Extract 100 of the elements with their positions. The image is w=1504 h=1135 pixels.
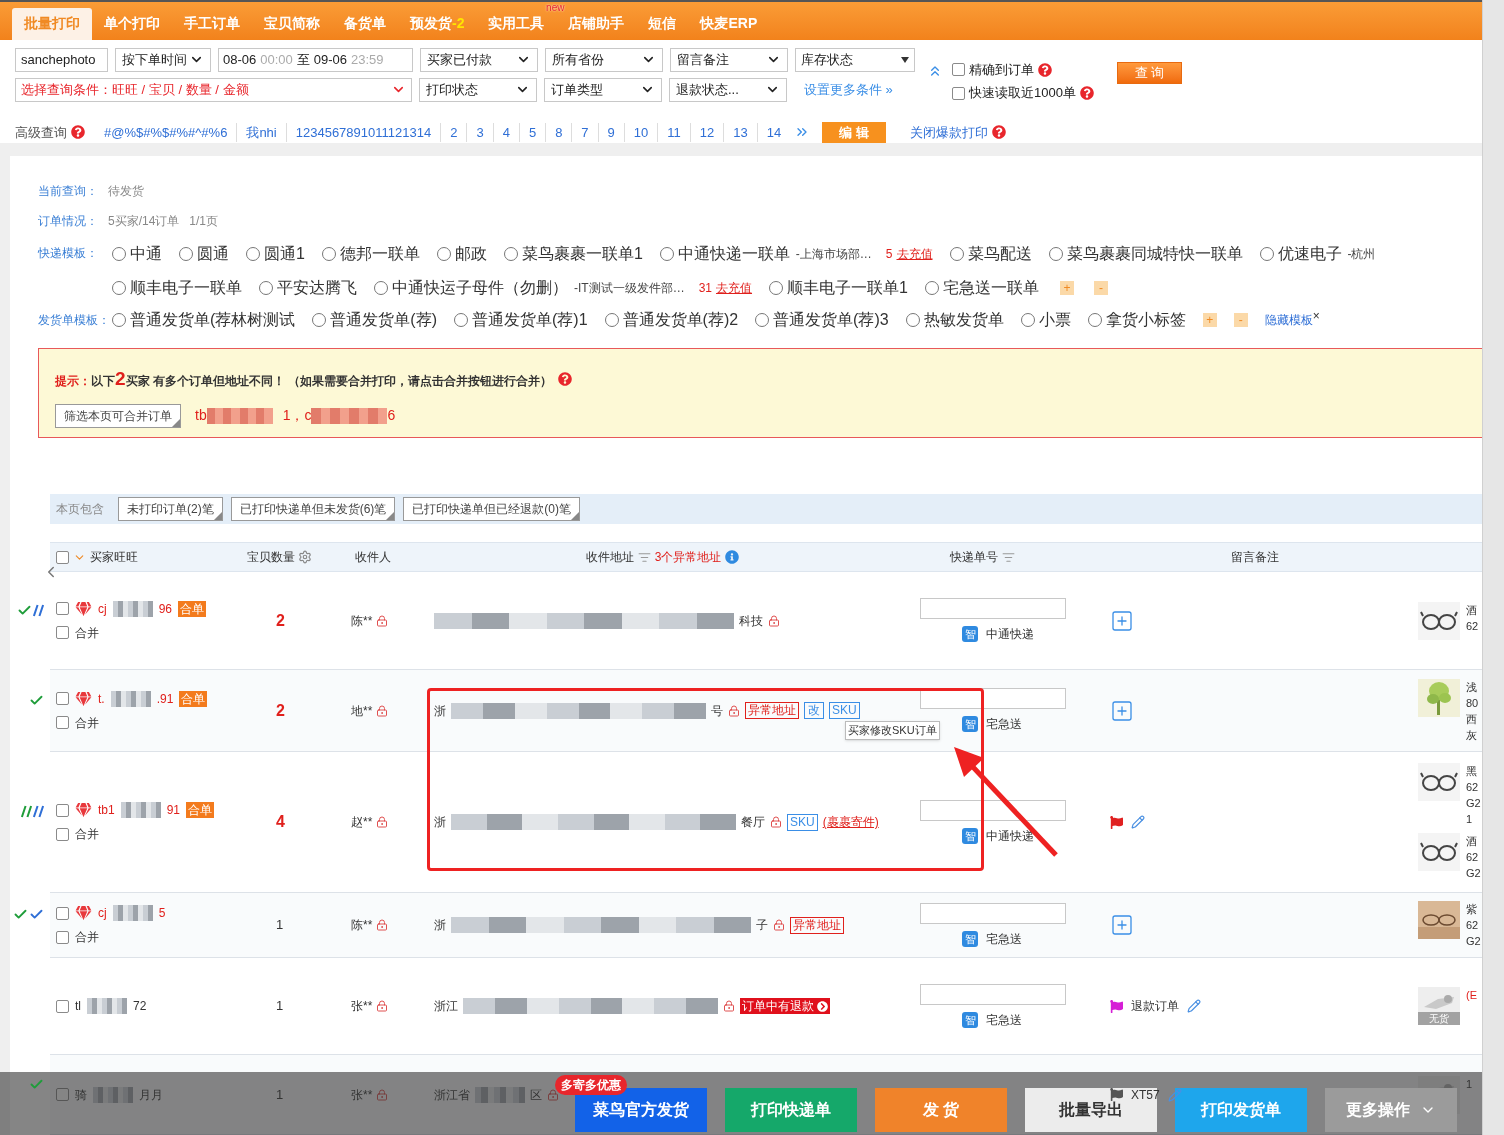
radio-button[interactable] (659, 247, 674, 261)
template-option[interactable]: 小票 (1038, 308, 1071, 332)
radio-button[interactable] (1087, 313, 1102, 327)
tracking-number-field[interactable] (920, 799, 1066, 821)
flag-icon[interactable] (1110, 999, 1123, 1013)
help-icon[interactable] (1079, 86, 1094, 101)
flag-icon[interactable] (1110, 815, 1123, 829)
radio-button[interactable] (112, 313, 126, 327)
settings-icon[interactable] (298, 550, 312, 564)
template-option[interactable]: 中通快递一联单 (677, 242, 790, 266)
saved-query-link[interactable]: 我nhi (246, 124, 277, 140)
buyer-name[interactable]: 月月 (139, 1085, 163, 1104)
radio-button[interactable] (246, 247, 260, 261)
close-hot-print-link[interactable]: 关闭爆款打印 (910, 122, 989, 143)
checkbox[interactable] (56, 716, 69, 729)
buyer-name[interactable]: 骑 (75, 1085, 87, 1104)
page-filter-button[interactable]: 已打印快递单但未发货(6)笔 (230, 497, 396, 521)
help-icon[interactable] (558, 372, 573, 387)
template-option[interactable]: 宅急送一联单 (942, 276, 1039, 300)
template-option[interactable]: 菜鸟裹裹同城特快一联单 (1066, 242, 1243, 266)
saved-query-link[interactable]: 10 (633, 124, 649, 140)
add-note-icon[interactable] (1110, 698, 1134, 723)
checkbox[interactable] (56, 692, 69, 705)
tracking-number-field[interactable] (920, 598, 1066, 619)
radio-button[interactable] (949, 247, 964, 261)
saved-query-link[interactable]: 3 (476, 124, 484, 140)
close-button[interactable]: × (1312, 311, 1320, 321)
help-icon[interactable] (992, 125, 1007, 140)
buyer-name[interactable]: tl (75, 997, 81, 1015)
checkbox[interactable] (952, 63, 965, 77)
buyer-name[interactable]: 72 (133, 997, 147, 1015)
template-option[interactable]: 普通发货单(荐)3 (773, 308, 889, 332)
add-note-icon[interactable] (1110, 608, 1134, 633)
saved-query-link[interactable]: 1234567891011121314 (295, 124, 432, 140)
radio-button[interactable] (112, 281, 126, 295)
radio-button[interactable] (321, 247, 336, 261)
saved-query-link[interactable]: 11 (667, 124, 681, 140)
action-button[interactable]: 发 货 (875, 1088, 1007, 1132)
radio-button[interactable] (312, 313, 327, 327)
edit-pencil-icon[interactable] (1131, 815, 1145, 829)
saved-query-link[interactable]: 2 (450, 124, 458, 140)
template-option[interactable]: 普通发货单(荐) (330, 308, 437, 332)
template-option[interactable]: 优速电子 (1277, 242, 1342, 266)
shop-field[interactable]: sanchephoto (15, 47, 108, 72)
sku-tag[interactable]: SKU (787, 813, 818, 831)
help-icon[interactable] (71, 125, 85, 140)
radio-button[interactable] (1259, 247, 1274, 261)
checkbox[interactable] (56, 930, 69, 944)
dropdown-select[interactable]: 所有省份 (545, 47, 663, 72)
dropdown-select[interactable]: 买家已付款 (420, 47, 538, 72)
edit-tag[interactable]: 改 (804, 702, 824, 719)
checkbox[interactable] (952, 86, 965, 100)
filter-icon[interactable] (637, 550, 651, 564)
radio-button[interactable] (454, 313, 468, 327)
scrollbar[interactable] (1482, 0, 1504, 1135)
tracking-number-field[interactable] (920, 902, 1066, 924)
info-icon[interactable] (725, 550, 740, 564)
template-option[interactable]: 普通发货单(荐)2 (622, 308, 739, 332)
radio-button[interactable] (604, 313, 619, 327)
saved-query-link[interactable]: 9 (607, 124, 615, 140)
template-option[interactable]: 圆通 (197, 242, 229, 266)
edit-pencil-icon[interactable] (1187, 999, 1201, 1013)
buyer-name[interactable]: cj (98, 904, 107, 922)
more-actions-button[interactable]: 更多操作 (1325, 1088, 1457, 1132)
template-option[interactable]: 菜鸟配送 (967, 242, 1032, 266)
template-option[interactable]: 热敏发货单 (923, 308, 1004, 332)
buyer-name[interactable]: .91 (156, 689, 174, 708)
checkbox[interactable] (56, 906, 69, 920)
buyer-name[interactable]: t. (98, 689, 105, 708)
action-button[interactable]: 打印快递单 (725, 1088, 857, 1132)
template-option[interactable]: 拿货小标签 (1105, 308, 1186, 332)
help-icon[interactable] (1038, 62, 1052, 77)
action-button[interactable]: 打印发货单 (1175, 1088, 1307, 1132)
dropdown-select[interactable]: 退款状态... (669, 77, 787, 102)
dropdown-select[interactable]: 订单类型 (544, 77, 662, 102)
radio-button[interactable] (374, 281, 388, 295)
radio-button[interactable] (905, 313, 920, 327)
buyer-name[interactable]: cj (98, 599, 107, 618)
template-option[interactable]: 圆通1 (264, 242, 305, 266)
page-filter-button[interactable]: 未打印订单(2)笔 (118, 497, 223, 521)
template-option[interactable]: 德邦一联单 (339, 242, 420, 266)
dropdown-select[interactable]: 按下单时间 (115, 47, 211, 72)
radio-button[interactable] (179, 247, 193, 261)
saved-query-link[interactable]: 8 (555, 124, 563, 140)
radio-button[interactable] (112, 247, 126, 261)
page-filter-button[interactable]: 已打印快递单但已经退款(0)笔 (403, 497, 580, 521)
buyer-name[interactable]: 5 (158, 904, 166, 922)
saved-query-link[interactable]: 7 (581, 124, 589, 140)
radio-button[interactable] (503, 247, 518, 261)
saved-query-link[interactable]: 12 (699, 124, 715, 140)
template-option[interactable]: 普通发货单(荐林树测试 (130, 308, 296, 332)
template-option[interactable]: 邮政 (454, 242, 487, 266)
buyer-name[interactable]: tb1 (98, 801, 115, 819)
checkbox[interactable] (56, 803, 69, 817)
template-option[interactable]: 普通发货单(荐)1 (472, 308, 588, 332)
template-option[interactable]: 顺丰电子一联单1 (787, 276, 908, 300)
checkbox[interactable] (56, 602, 69, 615)
saved-query-link[interactable]: 13 (733, 124, 748, 140)
more-conditions-link[interactable]: 设置更多条件 » (804, 80, 893, 100)
template-option[interactable]: 中通快运子母件（勿删） (392, 276, 568, 300)
